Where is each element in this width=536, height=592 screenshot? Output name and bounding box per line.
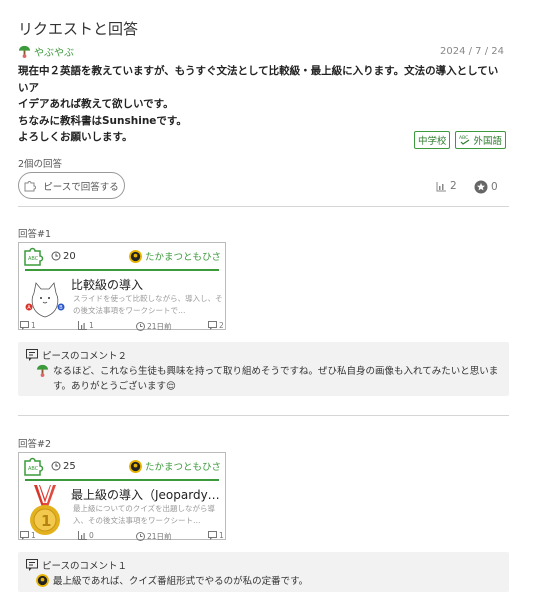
card-stats: 1 1 21日前 2: [18, 321, 226, 333]
piece-comment-box: ピースのコメント１ 最上級であれば、クイズ番組形式でやるのが私の定番です。: [18, 552, 509, 592]
duration-value: 20: [63, 250, 76, 262]
comments-stat[interactable]: 1: [20, 321, 36, 330]
replies-count: 1: [219, 531, 224, 540]
answer-label: 回答#1: [18, 229, 52, 240]
comment-header-label: ピースのコメント２: [42, 351, 128, 362]
answer-card[interactable]: ABC 25 たかまつともひさ 1 最上級の導入（Jeopardy… 最上級につ…: [18, 452, 226, 540]
time-ago: 21日前: [147, 322, 172, 331]
time-ago-stat: 21日前: [136, 531, 172, 542]
answers-count: 2個の回答: [18, 159, 63, 170]
charts-stat[interactable]: 0: [78, 531, 94, 540]
comment-header-label: ピースのコメント１: [42, 561, 128, 572]
request-date: 2024 / 7 / 24: [440, 46, 504, 57]
charts-count: 0: [89, 531, 94, 540]
tag-junior-high[interactable]: 中学校: [413, 131, 451, 149]
duration: 25: [51, 461, 76, 472]
star-icon: [474, 180, 488, 194]
charts-stat[interactable]: 1: [78, 321, 94, 330]
yabuyabu-avatar-icon: [36, 364, 49, 377]
comment: なるほど、これなら生徒も興味を持って取り組めそうですね。ぜひ私自身の画像も入れて…: [36, 364, 501, 394]
comment-icon: [26, 559, 38, 571]
piece-comment-box: ピースのコメント２ なるほど、これなら生徒も興味を持って取り組めそうですね。ぜひ…: [18, 342, 509, 396]
time-ago: 21日前: [147, 532, 172, 541]
cat-illustration-icon: A B: [25, 282, 65, 318]
chart-count-stat[interactable]: 2: [436, 180, 457, 192]
answer-with-piece-button[interactable]: ピースで回答する: [18, 172, 125, 199]
tag-label: 外国語: [473, 136, 502, 147]
card-author[interactable]: たかまつともひさ: [128, 249, 221, 264]
answer-button-label: ピースで回答する: [43, 181, 119, 193]
comment-icon: [20, 321, 29, 330]
clock-icon: [136, 322, 145, 331]
comment-text: 最上級であれば、クイズ番組形式でやるのが私の定番です。: [53, 576, 309, 587]
comment-text: なるほど、これなら生徒も興味を持って取り組めそうですね。ぜひ私自身の画像も入れて…: [53, 366, 499, 392]
comments-stat[interactable]: 1: [20, 531, 36, 540]
abc-icon: ABC: [459, 135, 470, 145]
divider: [18, 206, 509, 207]
star-count-stat[interactable]: 0: [474, 180, 498, 194]
takamatsu-avatar-icon: [128, 249, 142, 263]
comment-icon: [208, 531, 217, 540]
page-title: リクエストと回答: [18, 20, 139, 38]
abc-puzzle-icon: ABC: [24, 457, 44, 476]
card-author-name: たかまつともひさ: [144, 252, 221, 263]
abc-puzzle-icon: ABC: [24, 247, 44, 266]
comments-count: 1: [31, 321, 36, 330]
tag-foreign-language[interactable]: ABC 外国語: [455, 131, 506, 149]
svg-text:1: 1: [41, 512, 51, 530]
charts-count: 1: [89, 321, 94, 330]
clock-icon: [51, 461, 61, 471]
takamatsu-avatar-icon: [128, 459, 142, 473]
comment-icon: [26, 349, 38, 361]
comment-header: ピースのコメント２: [26, 348, 127, 362]
duration: 20: [51, 251, 76, 262]
divider: [18, 415, 509, 416]
chart-count: 2: [450, 180, 457, 192]
replies-stat[interactable]: 2: [208, 321, 224, 330]
svg-text:ABC: ABC: [28, 466, 39, 472]
svg-text:ABC: ABC: [28, 256, 39, 262]
svg-text:B: B: [59, 305, 63, 311]
comment-icon: [208, 321, 217, 330]
request-body-line: イデアあれば教えて欲しいです。: [18, 98, 174, 110]
request-body-line: 現在中２英語を教えていますが、もうすぐ文法として比較級・最上級に入ります。文法の…: [18, 65, 499, 94]
tag-list: 中学校 ABC 外国語: [413, 131, 506, 149]
replies-stat[interactable]: 1: [208, 531, 224, 540]
answer-label: 回答#2: [18, 439, 52, 450]
svg-text:ABC: ABC: [459, 135, 468, 141]
clock-icon: [51, 251, 61, 261]
bar-chart-icon: [78, 531, 87, 540]
answer-card[interactable]: ABC 20 たかまつともひさ A B 比較級の導入 スライドを使って比較しなが…: [18, 242, 226, 330]
gold-medal-icon: 1: [30, 485, 60, 535]
card-title[interactable]: 比較級の導入: [71, 276, 221, 293]
replies-count: 2: [219, 321, 224, 330]
card-description: スライドを使って比較しながら、導入し、その後文法事項をワークシートで…: [73, 294, 223, 315]
comment-icon: [20, 531, 29, 540]
card-description: 最上級についてのクイズを出題しながら導入、その後文法事項をワークシート…: [73, 504, 216, 525]
clock-icon: [136, 532, 145, 541]
bar-chart-icon: [436, 181, 446, 191]
card-title[interactable]: 最上級の導入（Jeopardy…: [71, 486, 221, 503]
request-body-line: ちなみに教科書はSunshineです。: [18, 114, 187, 127]
card-author-name: たかまつともひさ: [144, 462, 221, 473]
duration-value: 25: [63, 460, 76, 472]
comment-header: ピースのコメント１: [26, 558, 127, 572]
card-author[interactable]: たかまつともひさ: [128, 459, 221, 474]
takamatsu-avatar-icon: [36, 574, 49, 587]
comment: 最上級であれば、クイズ番組形式でやるのが私の定番です。: [36, 574, 501, 589]
comments-count: 1: [31, 531, 36, 540]
request-author[interactable]: やぶやぶ: [18, 44, 74, 59]
time-ago-stat: 21日前: [136, 321, 172, 332]
svg-text:A: A: [27, 305, 31, 311]
star-count: 0: [491, 181, 498, 193]
tag-label: 中学校: [417, 136, 447, 147]
card-separator: [25, 269, 219, 271]
card-stats: 1 0 21日前 1: [18, 531, 226, 543]
yabuyabu-avatar-icon: [18, 45, 31, 58]
request-author-name[interactable]: やぶやぶ: [34, 44, 74, 59]
puzzle-piece-icon: [24, 181, 37, 192]
card-separator: [25, 479, 219, 481]
bar-chart-icon: [78, 321, 87, 330]
